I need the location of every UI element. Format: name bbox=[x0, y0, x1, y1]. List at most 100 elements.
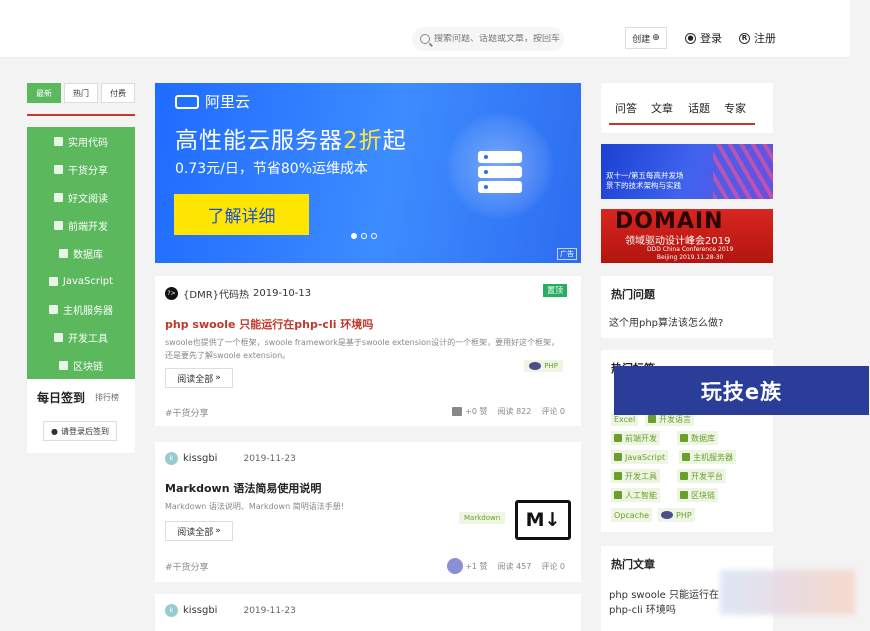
tools-icon bbox=[614, 472, 622, 480]
ad-details: DDD China Conference 2019 Beijing 2019.1… bbox=[647, 246, 734, 261]
js-icon bbox=[614, 453, 622, 461]
tag-chip[interactable]: 开发平台 bbox=[677, 469, 726, 483]
ai-icon bbox=[614, 491, 622, 499]
tab-articles[interactable]: 文章 bbox=[651, 100, 673, 116]
plus-circle-icon: ⊕ bbox=[652, 33, 660, 43]
tag-chip[interactable]: 前端开发 bbox=[611, 431, 660, 445]
search-icon bbox=[420, 34, 430, 44]
menu-item-blockchain[interactable]: 区块链 bbox=[27, 351, 135, 379]
file-icon bbox=[54, 136, 63, 146]
side-ad-banner[interactable]: 双十一/第五每高并发场 景下的技术架构与实践 bbox=[601, 144, 773, 199]
carousel-dot[interactable] bbox=[371, 233, 377, 239]
tag-chip[interactable]: 人工智能 bbox=[611, 488, 660, 502]
post-category[interactable]: #干货分享 bbox=[165, 406, 209, 419]
side-ad-banner[interactable]: DOMAIN 领域驱动设计峰会2019 DDD China Conference… bbox=[601, 209, 773, 263]
banner-cta-button[interactable]: 了解详细 bbox=[174, 194, 309, 235]
register-label: 注册 bbox=[754, 32, 776, 45]
markdown-logo-icon: M↓ bbox=[515, 500, 571, 540]
user-icon: ● bbox=[51, 426, 58, 436]
create-button[interactable]: 创建 ⊕ bbox=[625, 27, 667, 49]
register-link[interactable]: R 注册 bbox=[739, 30, 776, 46]
avatar: k bbox=[165, 604, 178, 617]
feed-tabs: 最新 热门 付费 bbox=[27, 83, 135, 117]
pinned-badge: 置顶 bbox=[543, 284, 567, 297]
hot-questions-panel: 热门问题 这个用php算法该怎么做? bbox=[601, 276, 773, 338]
database-icon bbox=[59, 248, 68, 258]
tab-latest[interactable]: 最新 bbox=[27, 83, 61, 103]
leaderboard-link[interactable]: 排行榜 bbox=[95, 392, 119, 403]
checkin-button[interactable]: ● 请登录后签到 bbox=[43, 421, 117, 441]
article-link[interactable]: php swoole 只能运行在php-cli 环境吗 bbox=[609, 588, 729, 618]
like-count: +0 赞 bbox=[465, 407, 488, 416]
menu-item-server[interactable]: 主机服务器 bbox=[27, 295, 135, 323]
post-excerpt: swoole也提供了一个框架，swoole framework是基于swoole… bbox=[165, 338, 560, 360]
menu-item-code[interactable]: 实用代码 bbox=[27, 127, 135, 155]
carousel-dots bbox=[351, 233, 381, 239]
menu-item-frontend[interactable]: 前端开发 bbox=[27, 211, 135, 239]
search-input[interactable] bbox=[434, 34, 564, 44]
menu-item-database[interactable]: 数据库 bbox=[27, 239, 135, 267]
tab-divider bbox=[609, 123, 755, 125]
avatar: k bbox=[165, 452, 178, 465]
tag-chip[interactable]: 主机服务器 bbox=[679, 450, 736, 464]
blockchain-icon bbox=[680, 491, 688, 499]
tab-divider bbox=[27, 114, 135, 116]
post-date: 2019-10-13 bbox=[253, 288, 312, 299]
post-stats: +0 赞 阅读 822 评论 0 bbox=[442, 406, 565, 417]
ad-headline: DOMAIN bbox=[615, 209, 724, 234]
promo-banner[interactable]: 阿里云 高性能云服务器2折起 0.73元/日，节省80%运维成本 了解详细 广告 bbox=[155, 83, 581, 263]
post-date: 2019-11-23 bbox=[243, 453, 296, 464]
ad-title: 领域驱动设计峰会2019 bbox=[625, 236, 731, 247]
tab-topics[interactable]: 话题 bbox=[688, 100, 710, 116]
server-icon bbox=[49, 304, 58, 314]
read-more-button[interactable]: 阅读全部 » bbox=[165, 521, 233, 541]
read-count: 阅读 822 bbox=[497, 407, 532, 416]
menu-item-reading[interactable]: 好文阅读 bbox=[27, 183, 135, 211]
checkin-panel: 每日签到 排行榜 ● 请登录后签到 bbox=[27, 379, 135, 453]
server-icon bbox=[682, 453, 690, 461]
book-icon bbox=[54, 192, 63, 202]
post-author[interactable]: ?> {DMR}代码热 2019-10-13 bbox=[165, 286, 311, 301]
tag-chip[interactable]: 开发工具 bbox=[611, 469, 660, 483]
read-count: 阅读 457 bbox=[497, 561, 532, 571]
panel-title: 热门问题 bbox=[611, 288, 655, 301]
tag-chip[interactable]: 区块链 bbox=[677, 488, 718, 502]
carousel-dot[interactable] bbox=[361, 233, 367, 239]
tab-qa[interactable]: 问答 bbox=[615, 100, 637, 116]
menu-item-javascript[interactable]: JavaScript bbox=[27, 267, 135, 295]
post-title[interactable]: Markdown 语法简易使用说明 bbox=[165, 480, 321, 496]
thumbs-up-icon[interactable] bbox=[452, 407, 463, 416]
tab-experts[interactable]: 专家 bbox=[724, 100, 746, 116]
post-title[interactable]: php swoole 只能运行在php-cli 环境吗 bbox=[165, 316, 373, 332]
question-link[interactable]: 这个用php算法该怎么做? bbox=[609, 316, 723, 331]
read-more-button[interactable]: 阅读全部 » bbox=[165, 368, 233, 388]
post-category[interactable]: #干货分享 bbox=[165, 560, 209, 573]
post-tag[interactable]: Markdown bbox=[459, 512, 506, 524]
tag-chip[interactable]: Opcache bbox=[611, 508, 653, 522]
tag-chip[interactable]: PHP bbox=[658, 508, 695, 522]
user-icon: ● bbox=[685, 32, 696, 44]
menu-item-share[interactable]: 干货分享 bbox=[27, 155, 135, 183]
post-author[interactable]: k kissgbi 2019-11-23 bbox=[165, 604, 296, 617]
search-box[interactable] bbox=[412, 27, 564, 51]
right-tabs: 问答 文章 话题 专家 bbox=[601, 83, 773, 133]
menu-item-devtools[interactable]: 开发工具 bbox=[27, 323, 135, 351]
carousel-dot[interactable] bbox=[351, 233, 357, 239]
ad-text: 双十一/第五每高并发场 景下的技术架构与实践 bbox=[606, 171, 684, 190]
tab-hot[interactable]: 热门 bbox=[64, 83, 98, 103]
tag-chip[interactable]: JavaScript bbox=[611, 450, 669, 464]
login-link[interactable]: ● 登录 bbox=[685, 30, 722, 46]
monitor-icon bbox=[614, 434, 622, 442]
post-card: ?> {DMR}代码热 2019-10-13 置顶 php swoole 只能运… bbox=[155, 276, 581, 426]
database-icon bbox=[680, 434, 688, 442]
double-chevron-icon: » bbox=[215, 526, 221, 536]
thumbs-up-icon[interactable] bbox=[447, 558, 464, 574]
blockchain-icon bbox=[59, 360, 68, 370]
blurred-overlay bbox=[720, 570, 855, 615]
post-tag[interactable]: PHP bbox=[524, 360, 563, 372]
tag-chip[interactable]: 数据库 bbox=[677, 431, 718, 445]
tab-paid[interactable]: 付费 bbox=[101, 83, 135, 103]
ad-decoration bbox=[713, 144, 773, 199]
post-author[interactable]: k kissgbi 2019-11-23 bbox=[165, 452, 296, 465]
code-icon bbox=[648, 415, 656, 423]
